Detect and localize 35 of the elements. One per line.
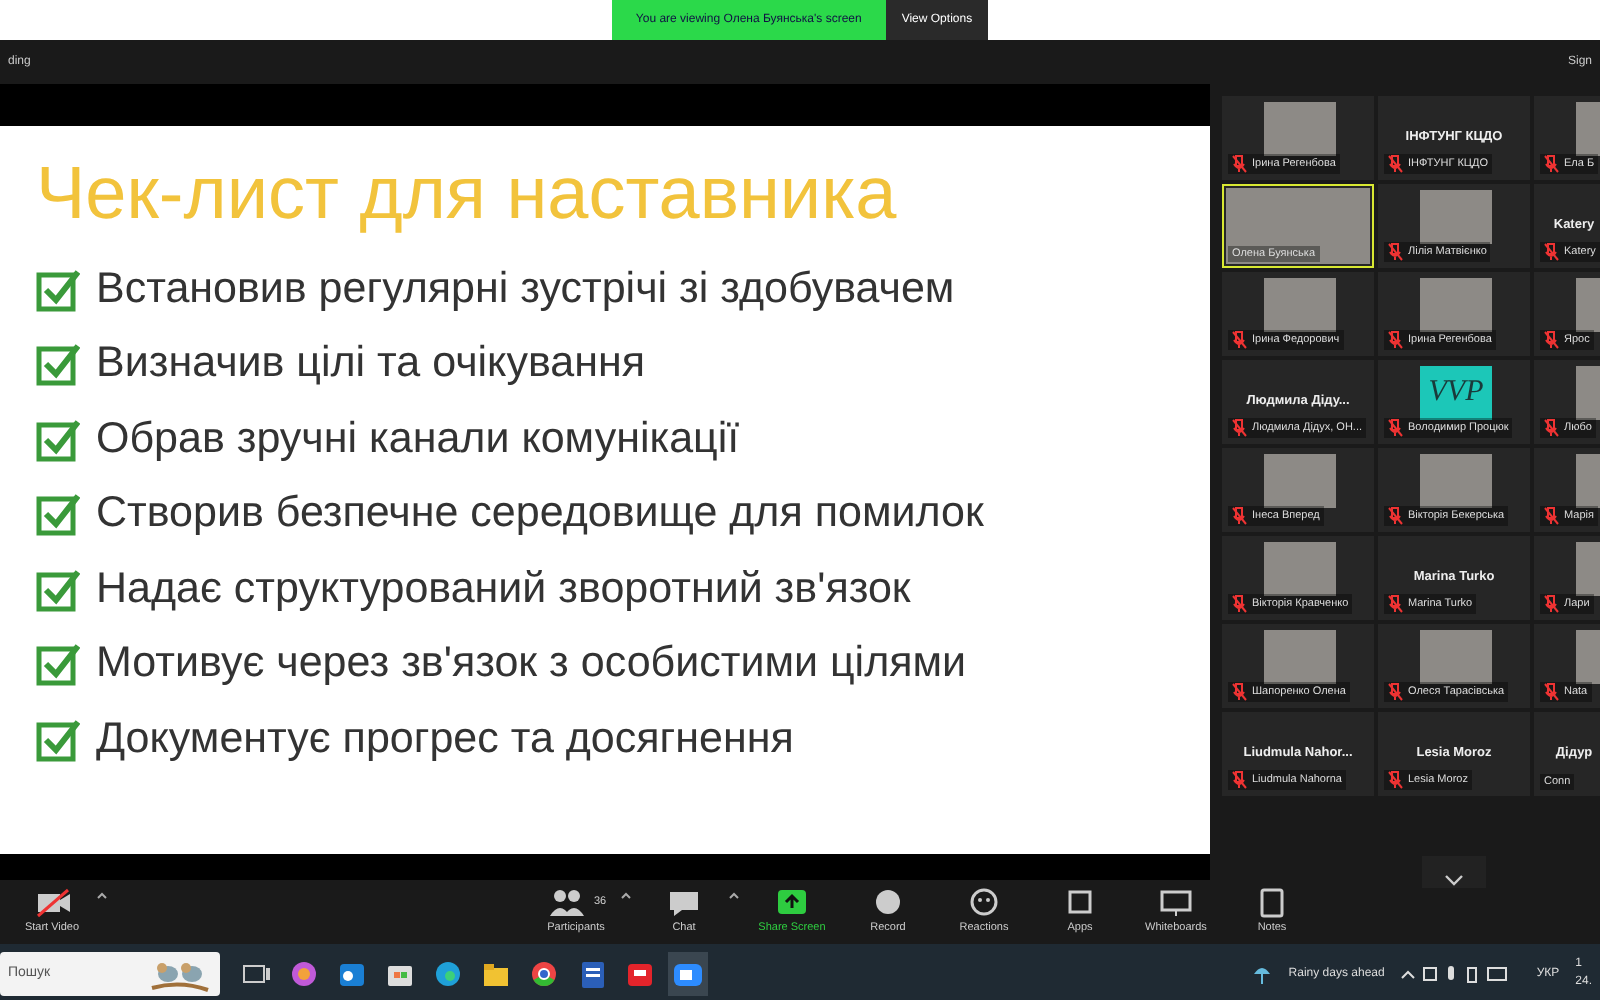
app-icon <box>624 958 656 990</box>
share-screen-icon <box>772 886 812 919</box>
photo-placeholder <box>1264 542 1336 596</box>
checklist-item: Мотивує через зв'язок з особистими цілями <box>96 636 967 691</box>
checklist-item: Встановив регулярні зустрічі зі здобувачем <box>96 261 955 316</box>
avatar-image: VVP <box>1420 366 1492 420</box>
photo-placeholder <box>1420 454 1492 508</box>
chevron-down-icon <box>1444 873 1464 886</box>
photo-placeholder <box>1420 278 1492 332</box>
participants-icon <box>545 886 586 919</box>
photo-placeholder <box>1420 630 1492 684</box>
weather-icon[interactable] <box>1252 962 1273 986</box>
checklist-item: Обрав зручні канали комунікації <box>96 411 740 466</box>
browser-icon <box>528 958 560 990</box>
whiteboard-icon <box>1156 886 1196 919</box>
checklist-item: Надає структурований зворотний зв'язок <box>96 561 911 616</box>
document-app-icon <box>576 958 608 990</box>
video-app-icon <box>672 958 704 990</box>
photo-placeholder <box>1264 102 1336 156</box>
scroll-down-button[interactable] <box>1422 856 1486 888</box>
browser-icon <box>432 958 464 990</box>
photo-placeholder <box>1264 630 1336 684</box>
mail-app-icon <box>336 958 368 990</box>
taskbar-app-button[interactable] <box>668 952 708 996</box>
checklist-item: Документує прогрес та досягнення <box>96 711 794 766</box>
photo-placeholder <box>1264 278 1336 332</box>
video-off-icon <box>32 886 72 919</box>
photo-placeholder <box>1420 190 1492 244</box>
slide-title: Чек-лист для наставника <box>36 154 899 236</box>
photo-placeholder <box>1264 454 1336 508</box>
chat-icon <box>664 886 704 919</box>
checklist-item: Визначив цілі та очікування <box>96 336 645 391</box>
checklist-item: Створив безпечне середовище для помилок <box>96 486 984 541</box>
swirl-icon <box>288 958 320 990</box>
folder-icon <box>480 958 512 990</box>
